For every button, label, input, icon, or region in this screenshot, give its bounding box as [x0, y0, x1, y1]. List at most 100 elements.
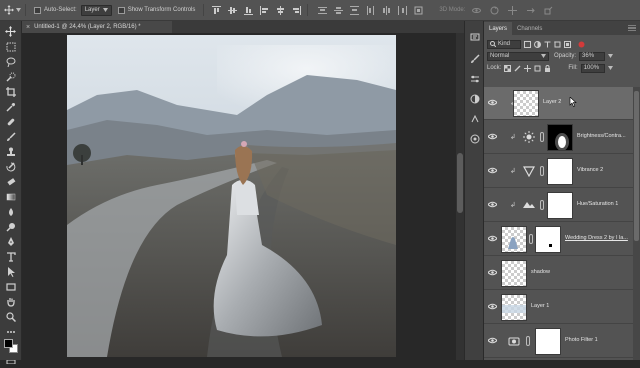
align-right-icon[interactable]: [292, 5, 302, 15]
panel-menu-icon[interactable]: [628, 25, 636, 31]
layer-name[interactable]: Wedding Dress 2 by I la...: [565, 235, 631, 241]
mask-link-icon[interactable]: [526, 336, 530, 346]
blur-tool-icon[interactable]: [4, 205, 17, 218]
layer-row[interactable]: Layer 1: [484, 291, 633, 324]
scrollbar-thumb[interactable]: [634, 91, 639, 241]
scale-3d-icon[interactable]: [544, 6, 553, 15]
slide-3d-icon[interactable]: [526, 6, 536, 15]
visibility-eye-icon[interactable]: [488, 303, 497, 310]
close-tab-icon[interactable]: ×: [26, 24, 30, 31]
visibility-eye-icon[interactable]: [488, 133, 497, 140]
tab-layers[interactable]: Layers: [484, 22, 513, 35]
visibility-eye-icon[interactable]: [488, 167, 497, 174]
layer-row[interactable]: Wedding Dress 2 by I la...: [484, 223, 633, 256]
type-filter-icon[interactable]: [544, 41, 551, 48]
dodge-tool-icon[interactable]: [4, 220, 17, 233]
visibility-eye-icon[interactable]: [488, 337, 497, 344]
layer-mask-thumbnail[interactable]: [547, 192, 573, 219]
layer-name[interactable]: Photo Filter 1: [565, 337, 598, 343]
auto-select-target-select[interactable]: Layer: [80, 3, 112, 17]
color-swatches[interactable]: [4, 339, 18, 353]
layer-name[interactable]: Layer 1: [531, 303, 549, 309]
distribute-horizontal-icon[interactable]: [382, 5, 391, 15]
type-tool-icon[interactable]: [4, 250, 17, 263]
lock-pixels-icon[interactable]: [514, 65, 521, 72]
lock-all-icon[interactable]: [544, 64, 551, 72]
mask-link-icon[interactable]: [540, 132, 544, 142]
healing-brush-tool-icon[interactable]: [4, 115, 17, 128]
rectangle-tool-icon[interactable]: [4, 280, 17, 293]
filter-toggle-icon[interactable]: [578, 41, 585, 48]
history-panel-icon[interactable]: [469, 31, 481, 43]
lock-position-icon[interactable]: [524, 64, 532, 72]
layer-row[interactable]: Photo Filter 1: [484, 325, 633, 358]
zoom-tool-icon[interactable]: [4, 310, 17, 323]
lock-artboard-icon[interactable]: [534, 65, 541, 72]
visibility-eye-icon[interactable]: [488, 99, 497, 106]
eraser-tool-icon[interactable]: [4, 175, 17, 188]
lock-transparent-icon[interactable]: [504, 64, 512, 72]
filter-kind-select[interactable]: Kind: [487, 39, 521, 49]
lasso-tool-icon[interactable]: [4, 55, 17, 68]
layer-row[interactable]: ↲ Brightness/Contra...: [484, 121, 633, 154]
document-canvas[interactable]: [67, 35, 396, 357]
chevron-down-icon[interactable]: [607, 66, 613, 70]
align-bottom-icon[interactable]: [244, 6, 254, 15]
distribute-center-icon[interactable]: [334, 6, 344, 15]
gradient-tool-icon[interactable]: [4, 190, 17, 203]
layer-mask-thumbnail[interactable]: [535, 328, 561, 355]
layer-name[interactable]: Brightness/Contra...: [577, 133, 631, 139]
brush-settings-icon[interactable]: [469, 53, 481, 65]
chevron-down-icon[interactable]: [608, 54, 614, 58]
mask-link-icon[interactable]: [540, 166, 544, 176]
crop-tool-icon[interactable]: [4, 85, 17, 98]
adjustments-panel-icon[interactable]: [469, 93, 481, 105]
info-panel-icon[interactable]: [469, 113, 481, 125]
path-selection-tool-icon[interactable]: [4, 265, 17, 278]
pixel-filter-icon[interactable]: [524, 40, 531, 48]
distribute-bottom-icon[interactable]: [350, 5, 360, 15]
canvas-workspace[interactable]: [22, 33, 456, 360]
mask-link-icon[interactable]: [540, 200, 544, 210]
checkbox-box[interactable]: [117, 6, 125, 14]
align-left-icon[interactable]: [260, 5, 269, 15]
canvas-vertical-scrollbar[interactable]: [456, 33, 464, 360]
tab-channels[interactable]: Channels: [512, 22, 547, 35]
clone-stamp-tool-icon[interactable]: [4, 145, 17, 158]
pen-tool-icon[interactable]: [4, 235, 17, 248]
layer-mask-thumbnail[interactable]: [547, 158, 573, 185]
history-brush-tool-icon[interactable]: [4, 160, 17, 173]
move-tool-icon[interactable]: [4, 3, 14, 17]
fill-field[interactable]: 100%: [580, 63, 605, 73]
layer-mask-thumbnail[interactable]: [547, 124, 573, 151]
layer-name[interactable]: shadow: [531, 269, 550, 275]
document-tab[interactable]: × Untitled-1 @ 24,4% (Layer 2, RGB/16) *: [22, 21, 172, 33]
roll-3d-icon[interactable]: [490, 6, 499, 15]
adjustment-filter-icon[interactable]: [534, 40, 541, 48]
layer-name[interactable]: Vibrance 2: [577, 167, 603, 173]
layer-row[interactable]: shadow: [484, 257, 633, 290]
align-horizontal-center-icon[interactable]: [276, 5, 285, 15]
auto-align-layers-icon[interactable]: [414, 6, 423, 15]
quick-mask-icon[interactable]: [4, 355, 17, 368]
align-top-icon[interactable]: [212, 5, 222, 15]
layer-name[interactable]: Layer 2: [543, 99, 561, 105]
more-tools-icon[interactable]: [4, 325, 17, 338]
quick-selection-tool-icon[interactable]: [4, 70, 17, 83]
layer-row[interactable]: ↲ Hue/Saturation 1: [484, 189, 633, 222]
layer-name[interactable]: Hue/Saturation 1: [577, 201, 618, 207]
visibility-eye-icon[interactable]: [488, 235, 497, 242]
visibility-eye-icon[interactable]: [488, 269, 497, 276]
layer-mask-thumbnail[interactable]: [535, 226, 561, 253]
distribute-left-icon[interactable]: [366, 5, 375, 15]
blend-mode-select[interactable]: Normal: [487, 51, 549, 61]
show-transform-controls-checkbox[interactable]: Show Transform Controls: [117, 3, 195, 17]
checkbox-box[interactable]: [34, 6, 41, 14]
align-vertical-center-icon[interactable]: [228, 6, 238, 15]
eyedropper-tool-icon[interactable]: [4, 100, 17, 113]
visibility-eye-icon[interactable]: [488, 201, 497, 208]
tool-preset-dropdown[interactable]: [16, 3, 21, 17]
distribute-top-icon[interactable]: [318, 6, 328, 15]
layer-row[interactable]: ↲ Vibrance 2: [484, 155, 633, 188]
auto-select-checkbox[interactable]: Auto-Select:: [34, 3, 77, 17]
